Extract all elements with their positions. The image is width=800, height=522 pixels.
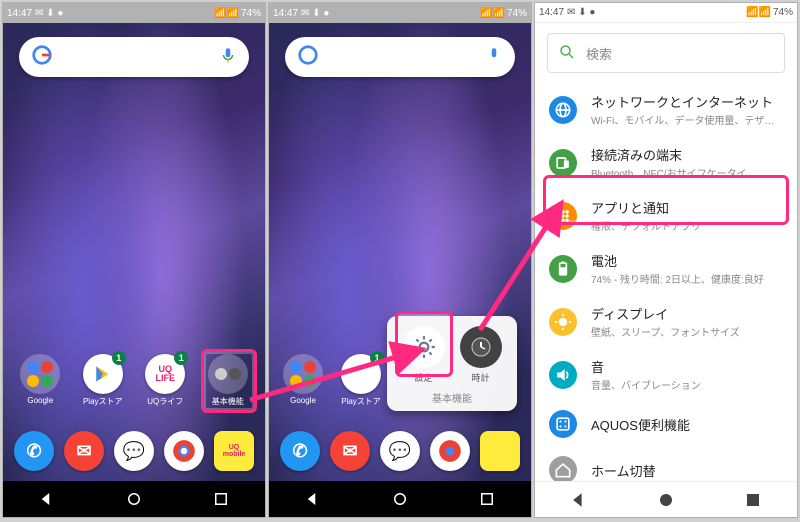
sound-icon [549, 361, 577, 389]
mic-icon[interactable] [219, 46, 237, 69]
dock-mail[interactable]: ✉ [60, 431, 108, 471]
google-search-bar[interactable] [285, 37, 515, 77]
settings-row-battery[interactable]: 電池74% - 残り時間: 2日以上、健康度:良好 [535, 242, 797, 295]
devices-icon [549, 149, 577, 177]
settings-row-apps[interactable]: アプリと通知権限、デフォルトアプリ [535, 189, 797, 242]
app-playstore[interactable]: ▶1 Playストア [337, 354, 385, 407]
search-icon [558, 43, 576, 64]
battery-icon [549, 255, 577, 283]
nav-home[interactable] [125, 490, 143, 508]
nav-home[interactable] [391, 490, 409, 508]
display-icon [549, 308, 577, 336]
settings-row-devices[interactable]: 接続済みの端末Bluetooth、NFC/おサイフケータイ [535, 136, 797, 189]
home-icon [549, 456, 577, 484]
folder-item-settings[interactable]: 設定 [403, 326, 445, 384]
app-basic-folder[interactable]: 基本機能 [204, 354, 252, 407]
nav-home[interactable] [657, 491, 675, 509]
nav-recent[interactable] [744, 491, 762, 509]
app-google-folder[interactable]: Google [279, 354, 327, 407]
settings-row-display[interactable]: ディスプレイ壁紙、スリープ、フォントサイズ [535, 295, 797, 348]
settings-row-aquos[interactable]: AQUOS便利機能 [535, 401, 797, 447]
nav-back[interactable] [304, 490, 322, 508]
settings-row-sound[interactable]: 音音量、バイブレーション [535, 348, 797, 401]
dock-phone[interactable]: ✆ [10, 431, 58, 471]
status-time: 14:47 [7, 8, 32, 19]
settings-search[interactable]: 検索 [547, 33, 785, 73]
globe-icon [549, 96, 577, 124]
folder-popup: 設定 時計 基本機能 [387, 316, 517, 411]
panel-settings: 14:47 ✉ ⬇ ● 📶📶 74% 検索 ネットワークとインターネットWi-F… [534, 2, 798, 518]
app-uqlife[interactable]: UQLIFE 1 UQライフ [141, 354, 189, 407]
google-logo [31, 44, 53, 71]
panel-home-2: 14:47 ✉ ⬇ ● 📶📶 74% Google ▶1 Playストア 設 [268, 2, 532, 518]
mic-icon[interactable] [485, 46, 503, 69]
nav-back[interactable] [38, 490, 56, 508]
panel-home-1: 14:47 ✉ ⬇ ● 📶📶 74% Google 1 Playストア UQLI… [2, 2, 266, 518]
app-google-folder[interactable]: Google [16, 354, 64, 407]
app-playstore[interactable]: 1 Playストア [79, 354, 127, 407]
aquos-icon [549, 410, 577, 438]
folder-item-clock[interactable]: 時計 [460, 326, 502, 384]
settings-row-globe[interactable]: ネットワークとインターネットWi-Fi、モバイル、データ使用量、テザリ… [535, 83, 797, 136]
status-battery: 74% [241, 8, 261, 19]
dock-messages[interactable]: 💬 [110, 431, 158, 471]
google-logo [297, 44, 319, 71]
apps-icon [549, 202, 577, 230]
google-search-bar[interactable] [19, 37, 249, 77]
nav-recent[interactable] [212, 490, 230, 508]
dock-chrome[interactable] [160, 431, 208, 471]
nav-back[interactable] [570, 491, 588, 509]
nav-recent[interactable] [478, 490, 496, 508]
dock-uqmobile[interactable]: UQmobile [210, 431, 258, 471]
